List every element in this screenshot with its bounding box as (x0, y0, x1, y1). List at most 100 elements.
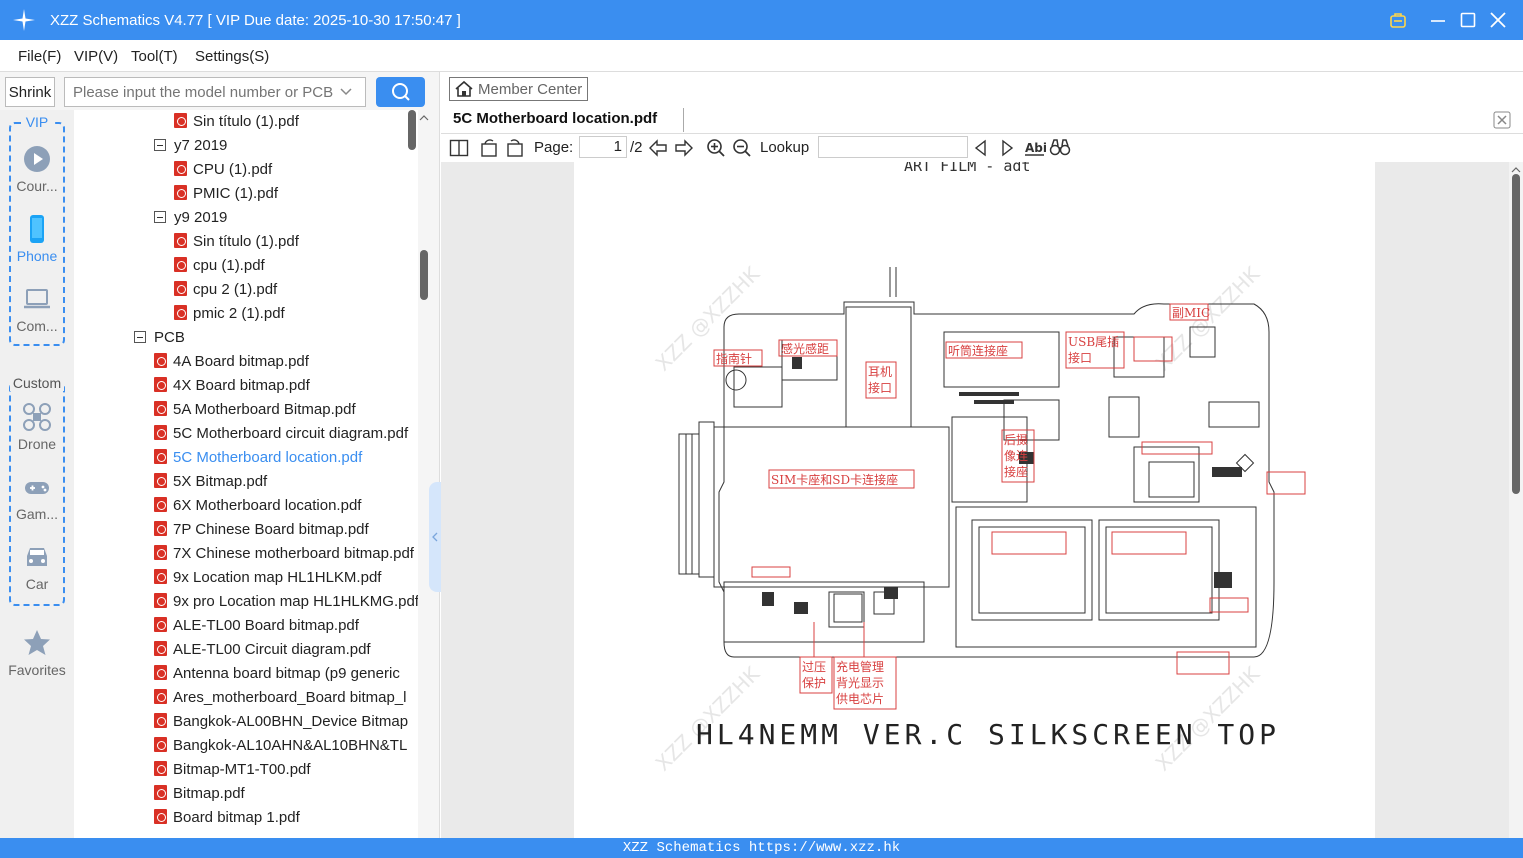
tree-item-label: pmic 2 (1).pdf (193, 305, 285, 322)
close-tab-icon[interactable] (1493, 111, 1511, 129)
page-number-input[interactable]: 1 (579, 136, 627, 158)
next-page-icon[interactable] (674, 138, 694, 158)
collapse-toggle-icon[interactable] (154, 211, 166, 223)
category-drone[interactable]: Drone (0, 402, 74, 452)
tree-file[interactable]: Bangkok-AL00BHN_Device Bitmap (154, 710, 408, 734)
pdf-file-icon (154, 473, 167, 488)
label-compass: 指南针 (716, 351, 752, 366)
pdf-file-icon (174, 185, 187, 200)
member-center-button[interactable]: Member Center (449, 77, 588, 101)
match-case-icon[interactable]: Abi (1024, 138, 1046, 158)
tree-file[interactable]: Bangkok-AL10AHN&AL10BHN&TL (154, 734, 407, 758)
collapse-toggle-icon[interactable] (134, 331, 146, 343)
home-icon (455, 80, 473, 97)
collapse-toggle-icon[interactable] (154, 139, 166, 151)
category-game[interactable]: Gam... (0, 472, 74, 522)
category-favorites[interactable]: Favorites (0, 628, 74, 678)
close-icon[interactable] (1488, 10, 1508, 30)
tree-file[interactable]: cpu 2 (1).pdf (174, 278, 277, 302)
tree-folder[interactable]: PCB (134, 326, 185, 350)
tree-item-label: 5X Bitmap.pdf (173, 473, 268, 490)
pdf-file-icon (154, 353, 167, 368)
tree-file[interactable]: 5A Motherboard Bitmap.pdf (154, 398, 356, 422)
tree-file[interactable]: CPU (1).pdf (174, 158, 272, 182)
find-next-icon[interactable] (999, 138, 1015, 158)
board-drawing: ART FILM - adt XZZ @XZZHK XZZ @XZZHK XZZ… (651, 162, 1306, 776)
find-prev-icon[interactable] (973, 138, 989, 158)
label-light-sensor: 感光感距 (781, 341, 829, 356)
tree-file[interactable]: 5C Motherboard circuit diagram.pdf (154, 422, 408, 446)
pdf-file-icon (154, 545, 167, 560)
minimize-icon[interactable] (1428, 10, 1448, 30)
tree-file[interactable]: 5X Bitmap.pdf (154, 470, 267, 494)
collapse-panel-handle[interactable] (429, 482, 441, 592)
category-phone[interactable]: Phone (0, 214, 74, 264)
document-scrollbar-thumb[interactable] (1512, 174, 1520, 494)
menu-tool[interactable]: Tool(T) (131, 48, 178, 65)
search-input[interactable] (64, 77, 366, 107)
tree-item-label: y9 2019 (174, 209, 228, 226)
tab-document[interactable]: 5C Motherboard location.pdf (453, 110, 657, 127)
binoculars-icon[interactable] (1049, 138, 1071, 158)
laptop-icon (24, 289, 50, 309)
tree-file[interactable]: Bitmap.pdf (154, 782, 245, 806)
tree-scrollbar-thumb[interactable] (420, 250, 428, 300)
rotate-right-icon[interactable] (505, 138, 525, 158)
category-bar: VIP Cour... Phone Com... Custom Drone Ga… (0, 110, 74, 838)
maximize-icon[interactable] (1458, 10, 1478, 30)
tree-file[interactable]: 5C Motherboard location.pdf (154, 446, 362, 470)
tree-file[interactable]: Ares_motherboard_Board bitmap_l (154, 686, 406, 710)
menu-vip[interactable]: VIP(V) (74, 48, 118, 65)
tree-file[interactable]: 9x pro Location map HL1HLKMG.pdf (154, 590, 418, 614)
tree-file[interactable]: 6X Motherboard location.pdf (154, 494, 361, 518)
rotate-left-icon[interactable] (479, 138, 499, 158)
tree-hscroll-thumb[interactable] (408, 110, 416, 150)
scroll-up-icon[interactable] (418, 112, 430, 124)
tree-file[interactable]: ALE-TL00 Circuit diagram.pdf (154, 638, 371, 662)
lookup-input[interactable] (818, 136, 968, 158)
tree-file[interactable]: Sin título (1).pdf (174, 110, 299, 134)
zoom-in-icon[interactable] (706, 138, 726, 158)
two-page-view-icon[interactable] (449, 138, 469, 158)
zoom-out-icon[interactable] (732, 138, 752, 158)
tree-file[interactable]: Board bitmap 1.pdf (154, 806, 300, 830)
tab-separator (683, 108, 684, 132)
vip-bag-icon[interactable] (1388, 10, 1408, 30)
prev-page-icon[interactable] (648, 138, 668, 158)
category-car[interactable]: Car (0, 542, 74, 592)
pdf-page[interactable]: ART FILM - adt XZZ @XZZHK XZZ @XZZHK XZZ… (574, 162, 1375, 838)
tree-file[interactable]: 7X Chinese motherboard bitmap.pdf (154, 542, 414, 566)
label-usb-tail: USB尾插 (1068, 335, 1119, 349)
tree-file[interactable]: Antenna board bitmap (p9 generic (154, 662, 400, 686)
phone-icon (30, 215, 44, 243)
search-button[interactable] (376, 77, 425, 107)
tree-file[interactable]: pmic 2 (1).pdf (174, 302, 285, 326)
label-earphone-port: 接口 (868, 380, 892, 395)
tree-file[interactable]: 7P Chinese Board bitmap.pdf (154, 518, 369, 542)
shrink-button[interactable]: Shrink (5, 77, 55, 107)
document-scrollbar[interactable] (1509, 162, 1523, 838)
menu-settings[interactable]: Settings(S) (195, 48, 269, 65)
tree-file[interactable]: Bitmap-MT1-T00.pdf (154, 758, 311, 782)
play-icon (24, 146, 50, 172)
chevron-down-icon[interactable] (340, 86, 352, 98)
tree-scrollbar[interactable] (418, 110, 430, 838)
tree-file[interactable]: cpu (1).pdf (174, 254, 265, 278)
tree-file[interactable]: 4X Board bitmap.pdf (154, 374, 310, 398)
tree-file[interactable]: 4A Board bitmap.pdf (154, 350, 309, 374)
category-course[interactable]: Cour... (0, 144, 74, 194)
document-area[interactable]: ART FILM - adt XZZ @XZZHK XZZ @XZZHK XZZ… (441, 162, 1523, 838)
category-computer[interactable]: Com... (0, 284, 74, 334)
tree-file[interactable]: PMIC (1).pdf (174, 182, 278, 206)
pdf-file-icon (154, 617, 167, 632)
tree-file[interactable]: ALE-TL00 Board bitmap.pdf (154, 614, 359, 638)
tree-folder[interactable]: y7 2019 (154, 134, 227, 158)
tree-file[interactable]: 9x Location map HL1HLKM.pdf (154, 566, 381, 590)
label-sim-sd: SIM卡座和SD卡连接座 (771, 472, 898, 487)
tree-folder[interactable]: y9 2019 (154, 206, 227, 230)
left-panel: Shrink VIP Cour... Phone Com... Custom D… (0, 72, 441, 838)
tree-file[interactable]: Sin título (1).pdf (174, 230, 299, 254)
pdf-file-icon (154, 497, 167, 512)
viewer-panel: Member Center 5C Motherboard location.pd… (441, 72, 1523, 838)
menu-file[interactable]: File(F) (18, 48, 61, 65)
